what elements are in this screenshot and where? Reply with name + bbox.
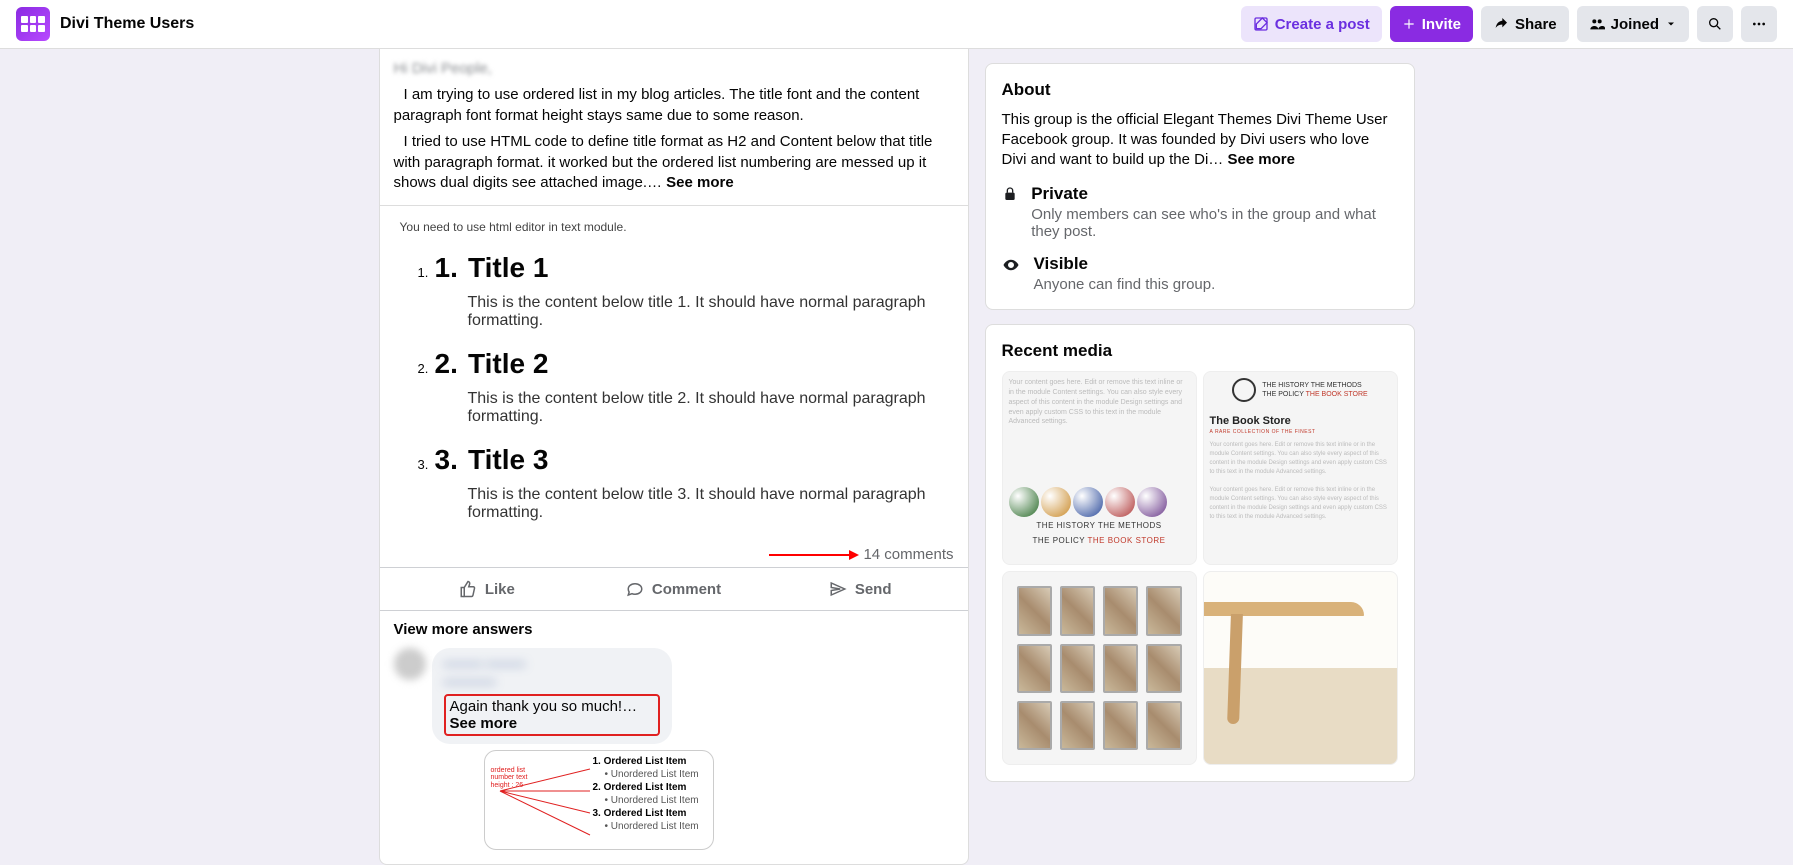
comment-author-2: ———— [444,674,660,690]
chevron-down-icon [1665,18,1677,30]
group-name[interactable]: Divi Theme Users [60,15,194,33]
share-label: Share [1515,16,1557,33]
ellipsis-icon [1751,16,1767,32]
post-attachment[interactable]: You need to use html editor in text modu… [380,205,968,540]
media-thumb-4[interactable] [1203,571,1398,765]
lock-icon [1002,184,1020,240]
share-icon [1493,16,1509,32]
search-icon [1707,16,1723,32]
comment-text: Again thank you so much!… See more [450,698,638,732]
attachment-note: You need to use html editor in text modu… [400,220,948,234]
like-label: Like [485,581,515,598]
create-post-button[interactable]: Create a post [1241,6,1382,42]
visibility-row: Visible Anyone can find this group. [1002,254,1398,293]
visible-title: Visible [1034,254,1216,274]
about-text: This group is the official Elegant Theme… [1002,110,1398,170]
media-thumb-1[interactable]: Your content goes here. Edit or remove t… [1002,371,1197,565]
recent-media-heading: Recent media [1002,341,1398,361]
att-line-4: 3. Ordered List Item [593,808,687,819]
plus-icon [1402,17,1416,31]
post-truncated-line: Hi Divi People, [394,59,954,79]
att-label: ordered list number text height : 26 [491,767,531,790]
comment-label: Comment [652,581,721,598]
comment-button[interactable]: Comment [580,571,767,607]
send-label: Send [855,581,892,598]
like-button[interactable]: Like [394,571,581,607]
annotation-arrow [769,554,857,556]
post-action-bar: Like Comment Send [380,567,968,611]
private-title: Private [1031,184,1397,204]
share-button[interactable]: Share [1481,6,1569,42]
post-card: Hi Divi People, I am trying to use order… [379,48,969,865]
post-paragraph-1: I am trying to use ordered list in my bl… [394,85,954,126]
media-thumb-2[interactable]: THE HISTORY THE METHODS THE POLICY THE B… [1203,371,1398,565]
comment-author[interactable]: ——— ——— [444,656,660,672]
att-line-5: • Unordered List Item [605,820,699,833]
group-icon [1589,16,1605,32]
send-icon [829,580,847,598]
ol-item-3: 3. 3. Title 3 This is the content below … [418,444,948,522]
create-post-label: Create a post [1275,16,1370,33]
eye-icon [1002,254,1022,293]
annotation-highlight: Again thank you so much!… See more [444,694,660,736]
post-paragraph-2: I tried to use HTML code to define title… [394,132,954,193]
compose-icon [1253,16,1269,32]
like-icon [459,580,477,598]
about-card: About This group is the official Elegant… [985,63,1415,310]
invite-label: Invite [1422,16,1461,33]
comments-count[interactable]: 14 comments [863,546,953,563]
comment-attachment[interactable]: ordered list number text height : 26 1. … [484,750,714,850]
view-more-answers[interactable]: View more answers [380,611,968,648]
joined-button[interactable]: Joined [1577,6,1689,42]
more-button[interactable] [1741,6,1777,42]
send-button[interactable]: Send [767,571,954,607]
commenter-avatar[interactable] [394,648,426,680]
att-line-3: • Unordered List Item [605,794,699,807]
ol-item-1: 1. 1. Title 1 This is the content below … [418,252,948,330]
comment-row: ——— ——— ———— Again thank you so much!… S… [380,648,968,863]
invite-button[interactable]: Invite [1390,6,1473,42]
visible-subtitle: Anyone can find this group. [1034,276,1216,293]
att-line-1: • Unordered List Item [605,768,699,781]
comments-meta: 14 comments [380,540,968,567]
comment-bubble: ——— ——— ———— Again thank you so much!… S… [432,648,672,743]
about-heading: About [1002,80,1398,100]
private-subtitle: Only members can see who's in the group … [1031,206,1397,240]
privacy-row: Private Only members can see who's in th… [1002,184,1398,240]
about-see-more[interactable]: See more [1227,151,1295,168]
att-line-2: 2. Ordered List Item [593,782,687,793]
group-logo [16,7,50,41]
recent-media-card: Recent media Your content goes here. Edi… [985,324,1415,782]
media-thumb-3[interactable] [1002,571,1197,765]
see-more-link[interactable]: See more [666,174,734,191]
comment-see-more[interactable]: See more [450,715,518,732]
ol-item-2: 2. 2. Title 2 This is the content below … [418,348,948,426]
att-line-0: 1. Ordered List Item [593,756,687,767]
top-bar: Divi Theme Users Create a post Invite Sh… [0,0,1793,49]
search-button[interactable] [1697,6,1733,42]
joined-label: Joined [1611,16,1659,33]
comment-icon [626,580,644,598]
